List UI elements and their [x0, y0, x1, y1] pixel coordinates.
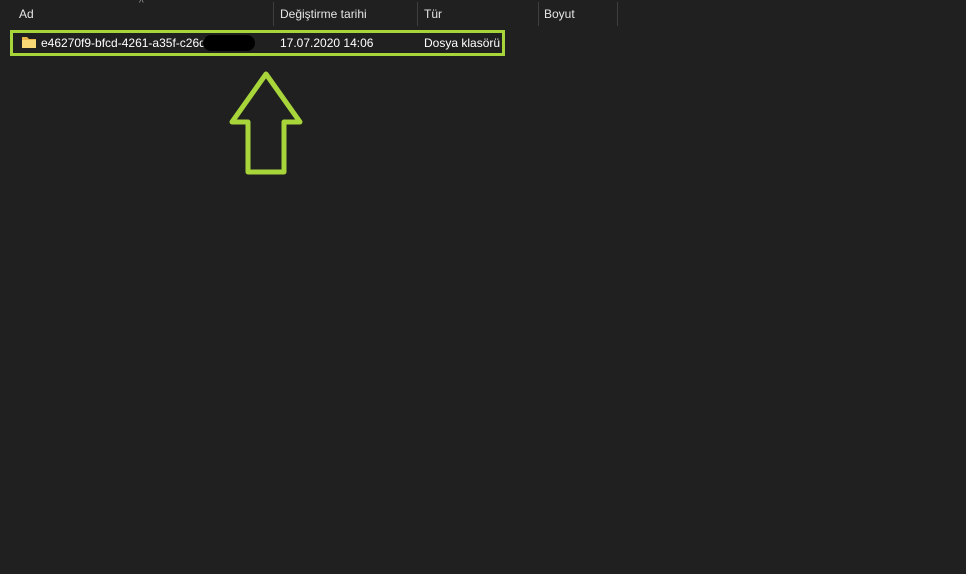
file-row-highlighted[interactable]: e46270f9-bfcd-4261-a35f-c26d 17.07.2020 … [10, 30, 505, 56]
column-header-date-label: Değiştirme tarihi [280, 7, 367, 21]
column-header-size-label: Boyut [544, 7, 575, 21]
column-header-type-label: Tür [424, 7, 442, 21]
column-header-name-label: Ad [19, 7, 34, 21]
column-header-bar: ^ Ad Değiştirme tarihi Tür Boyut [0, 0, 966, 28]
file-name[interactable]: e46270f9-bfcd-4261-a35f-c26d [41, 33, 216, 53]
file-type: Dosya klasörü [424, 36, 501, 50]
up-arrow-icon [229, 71, 303, 175]
redaction-mark [203, 35, 255, 51]
file-date-modified: 17.07.2020 14:06 [280, 36, 374, 50]
column-header-size[interactable]: Boyut [538, 0, 617, 26]
column-header-name[interactable]: Ad [13, 0, 273, 26]
column-header-date-modified[interactable]: Değiştirme tarihi [274, 0, 417, 26]
folder-icon [22, 37, 36, 48]
file-explorer-details-view: ^ Ad Değiştirme tarihi Tür Boyut e46270f… [0, 0, 966, 574]
column-header-type[interactable]: Tür [418, 0, 538, 26]
file-size [544, 33, 614, 53]
column-divider[interactable] [617, 2, 618, 26]
